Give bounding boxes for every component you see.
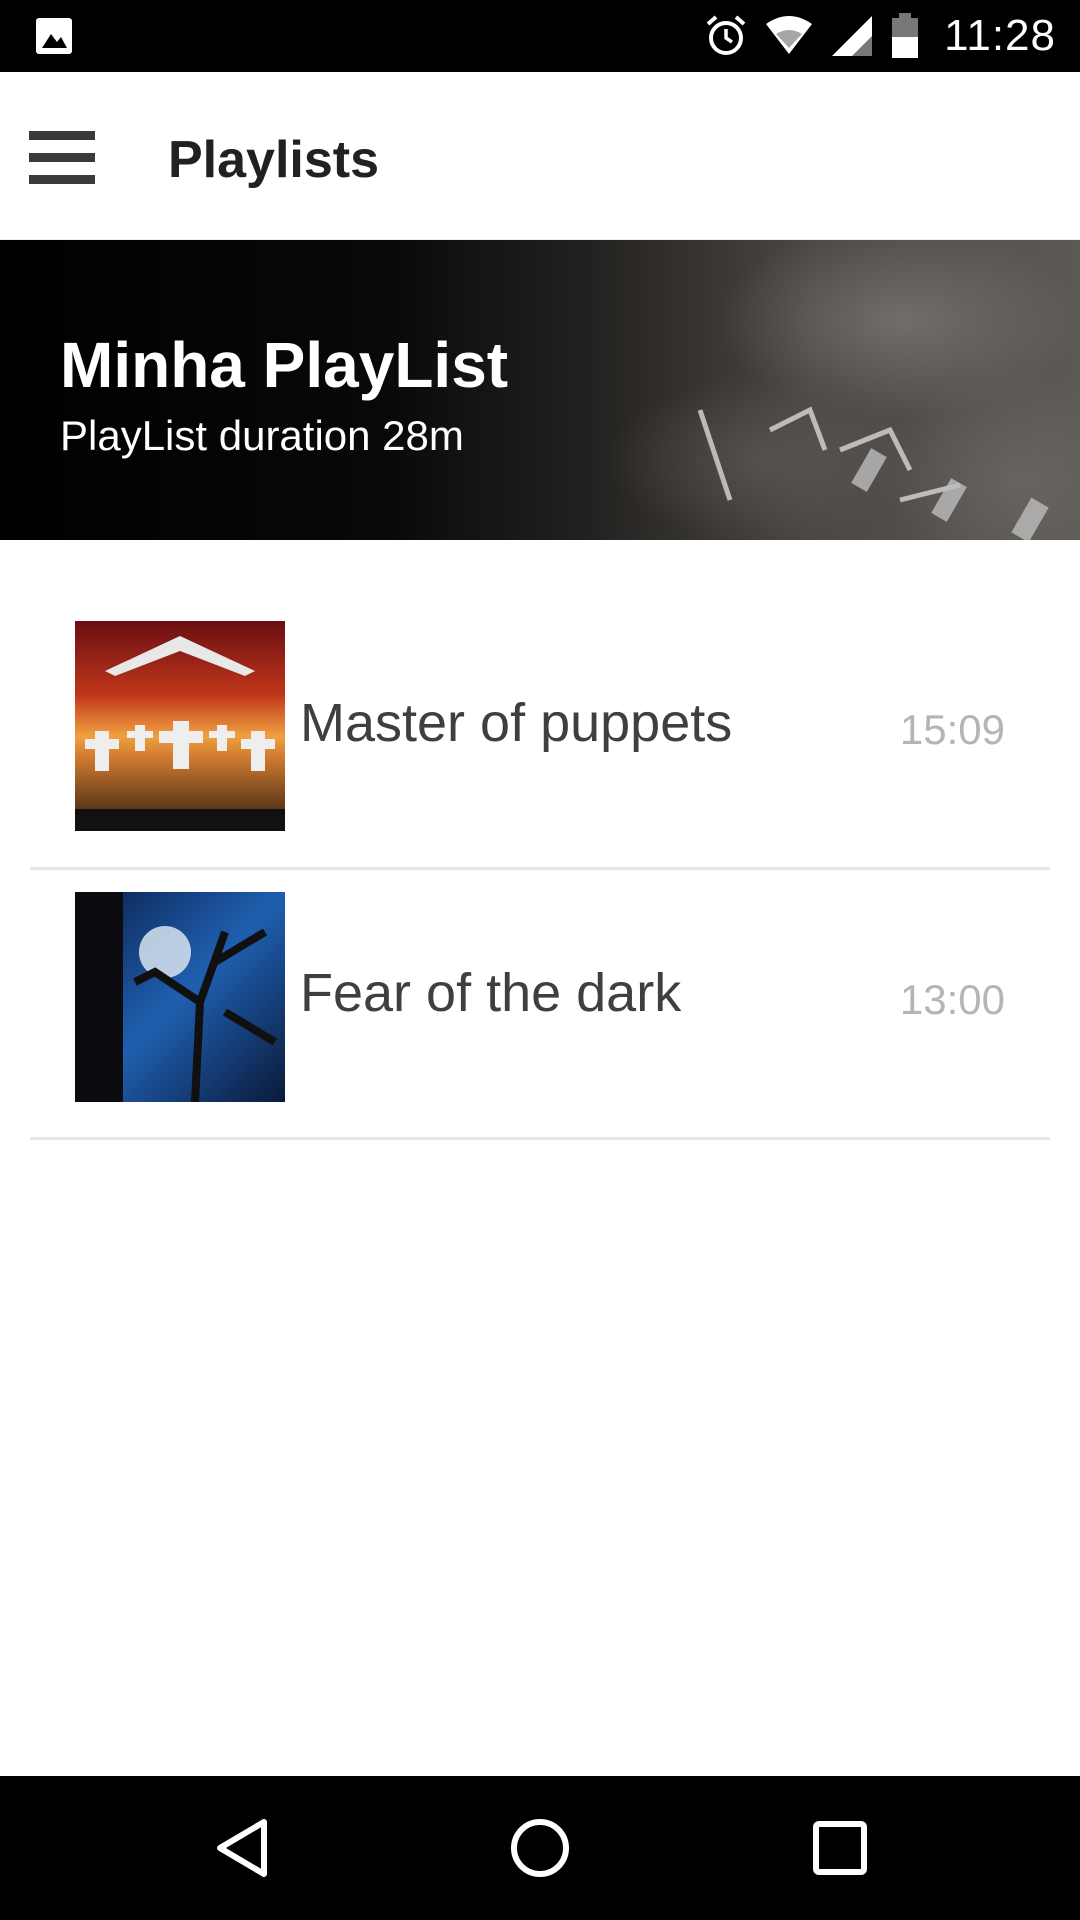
- track-row[interactable]: Fear of the dark 13:00: [30, 870, 1050, 1140]
- playlist-name: Minha PlayList: [60, 329, 509, 401]
- battery-icon: [890, 13, 920, 59]
- app-bar: Playlists: [0, 72, 1080, 240]
- banner-decoration: [697, 406, 1049, 540]
- recents-icon[interactable]: [804, 1812, 876, 1884]
- track-duration: 15:09: [899, 706, 1005, 753]
- track-title: Fear of the dark: [300, 963, 682, 1023]
- track-duration: 13:00: [899, 976, 1005, 1023]
- navigation-bar: [0, 1776, 1080, 1920]
- alarm-icon: [704, 14, 748, 58]
- page-title: Playlists: [168, 131, 380, 189]
- home-icon[interactable]: [504, 1812, 576, 1884]
- track-title: Master of puppets: [300, 693, 733, 753]
- album-cover-master-of-puppets: [75, 621, 285, 831]
- album-cover-fear-of-the-dark: [75, 892, 285, 1102]
- signal-icon: [830, 14, 874, 58]
- hamburger-menu-icon[interactable]: [24, 122, 100, 192]
- track-row[interactable]: Master of puppets 15:09: [30, 600, 1050, 870]
- wifi-icon: [764, 14, 814, 58]
- status-clock: 11:28: [944, 11, 1056, 60]
- back-icon[interactable]: [206, 1812, 278, 1884]
- playlist-duration: PlayList duration 28m: [60, 412, 464, 459]
- status-bar: 11:28: [0, 0, 1080, 72]
- track-list: Master of puppets 15:09 Fear of the dark…: [30, 600, 1050, 1140]
- image-notification-icon: [34, 16, 74, 56]
- playlist-header: Minha PlayList PlayList duration 28m: [0, 240, 1080, 540]
